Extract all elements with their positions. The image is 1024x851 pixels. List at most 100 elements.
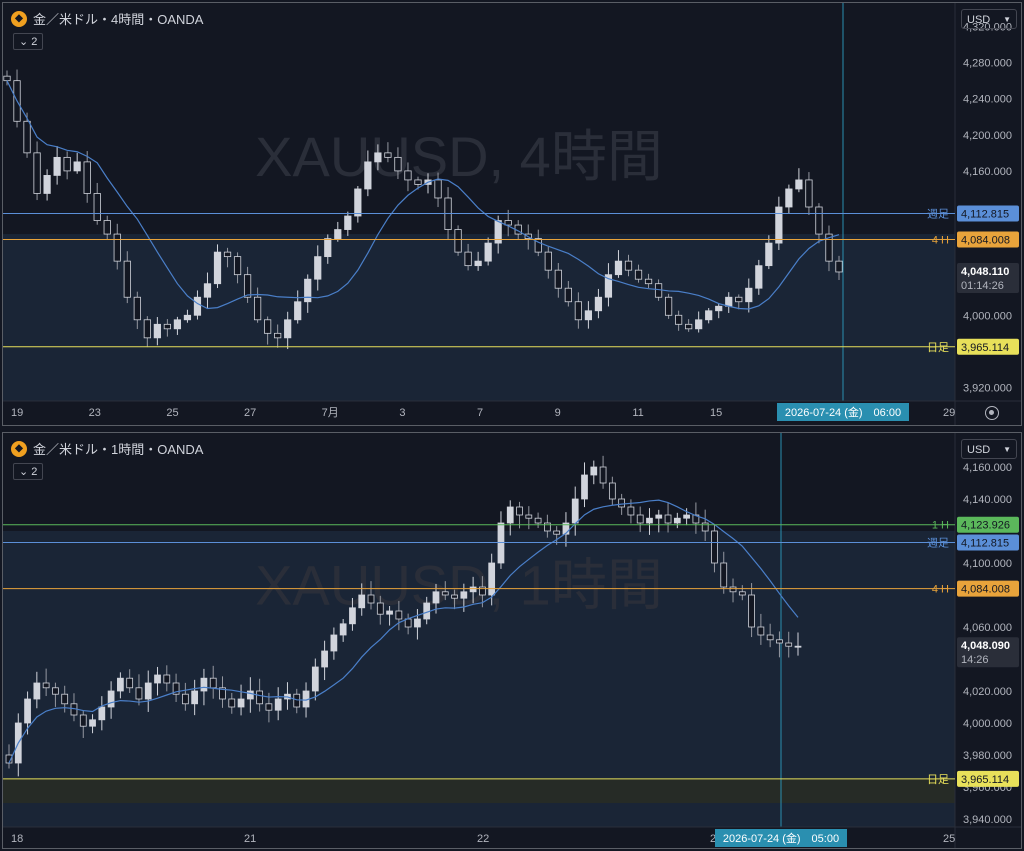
level-name: 4 H: [932, 584, 949, 596]
level-price-label: 4,084.008: [961, 584, 1010, 596]
level-name: 日足: [927, 342, 949, 354]
chevron-down-icon: ▼: [1003, 15, 1011, 24]
candle-body: [705, 310, 713, 321]
candle-body: [599, 466, 607, 484]
candle-body: [404, 170, 412, 181]
x-tick-label: 23: [89, 407, 101, 419]
y-tick-label: 3,940.000: [963, 814, 1012, 826]
candle-body: [73, 161, 81, 172]
x-tick-label: 11: [632, 407, 643, 419]
candle-body: [256, 690, 263, 705]
candle-body: [294, 301, 302, 321]
chart-plot-4h[interactable]: XAUUSD, 4時間 3,920.000 4,000.000 4,160.000 4,…: [3, 3, 1021, 425]
candle-body: [339, 623, 347, 636]
candle-body: [243, 274, 252, 298]
indicator-count: 2: [31, 36, 38, 48]
candle-body: [720, 562, 728, 588]
candle-body: [233, 256, 242, 276]
indicator-collapse-badge[interactable]: ⌄ 2: [13, 33, 44, 50]
candle-body: [755, 265, 763, 289]
y-tick-label: 4,240.000: [963, 94, 1012, 106]
candle-body: [173, 319, 182, 330]
level-name: 日足: [927, 774, 949, 786]
indicator-collapse-badge[interactable]: ⌄ 2: [13, 463, 44, 480]
candle-body: [237, 698, 245, 708]
symbol-title: 金／米ドル・1時間・OANDA: [33, 442, 204, 457]
crosshair-time-label: 2026-07-24 (金) 05:00: [723, 831, 839, 845]
candle-body: [664, 296, 673, 316]
candle-body: [634, 269, 643, 280]
last-price-label: 4,048.090: [961, 640, 1010, 652]
candle-body: [117, 677, 124, 692]
x-tick-label: 3: [399, 407, 405, 419]
candle-body: [488, 562, 496, 596]
settings-gear-icon[interactable]: [985, 406, 999, 420]
candle-body: [776, 639, 783, 644]
candle-body: [354, 188, 362, 217]
candle-body: [334, 229, 342, 239]
candle-body: [374, 152, 382, 163]
candle-body: [644, 278, 653, 285]
x-tick-label: 25: [943, 833, 955, 845]
candle-body: [574, 301, 582, 321]
candle-body: [757, 626, 765, 636]
y-tick-label: 4,160.000: [963, 166, 1012, 178]
chart-title-1h: ◆ 金／米ドル・1時間・OANDA: [11, 439, 203, 458]
candle-body: [675, 314, 683, 325]
y-tick-label: 4,280.000: [963, 58, 1012, 70]
x-tick-label: 7: [477, 407, 483, 419]
currency-selector[interactable]: USD ▼: [961, 9, 1017, 29]
candle-body: [544, 251, 552, 271]
chart-plot-1h[interactable]: XAUUSD, 1時間3,940.0003,960.0003,980.0004,…: [3, 433, 1021, 848]
candle-body: [93, 193, 101, 221]
candle-body: [89, 719, 96, 727]
candle-body: [441, 591, 449, 596]
candle-body: [729, 586, 737, 593]
candle-body: [33, 152, 41, 194]
candle-body: [304, 278, 312, 303]
candle-body: [367, 594, 375, 604]
x-tick-label: 18: [11, 833, 23, 845]
y-tick-label: 4,100.000: [963, 558, 1012, 570]
candle-body: [685, 323, 693, 330]
candle-body: [815, 206, 823, 235]
chart-title-4h: ◆ 金／米ドル・4時間・OANDA: [11, 9, 203, 28]
candle-body: [655, 514, 663, 519]
candle-body: [544, 522, 551, 532]
candle-body: [83, 161, 91, 194]
candle-body: [61, 693, 69, 705]
candle-body: [553, 530, 561, 535]
currency-selector[interactable]: USD ▼: [961, 439, 1017, 459]
daily-zone: [3, 779, 955, 803]
candle-body: [154, 674, 161, 684]
candle-body: [135, 687, 143, 700]
candle-body: [163, 323, 171, 330]
candle-body: [464, 251, 472, 267]
candle-body: [735, 296, 743, 303]
candle-body: [673, 517, 681, 524]
candle-body: [469, 586, 477, 593]
y-tick-label: 3,920.000: [963, 382, 1012, 394]
candle-body: [695, 319, 703, 330]
candle-body: [133, 296, 141, 321]
candle-body: [344, 215, 352, 230]
candle-body: [785, 188, 793, 208]
candle-body: [571, 498, 579, 524]
chart-panel-4h[interactable]: XAUUSD, 4時間 3,920.000 4,000.000 4,160.000 4,…: [2, 2, 1022, 426]
candle-body: [590, 466, 598, 476]
candle-body: [349, 607, 356, 625]
chart-panel-1h[interactable]: XAUUSD, 1時間 3,940.000 3,960.000 3,980.000 4,…: [2, 432, 1022, 849]
x-tick-label: 15: [710, 407, 722, 419]
watermark: XAUUSD, 1時間: [255, 553, 663, 616]
candle-body: [454, 229, 462, 253]
candle-body: [163, 674, 171, 684]
support-zone: [3, 234, 955, 401]
x-tick-label: 25: [166, 407, 178, 419]
candle-body: [725, 296, 733, 307]
candle-body: [414, 179, 422, 185]
level-name: 週足: [927, 536, 949, 549]
candle-body: [474, 260, 482, 267]
candle-body: [183, 314, 192, 321]
candle-body: [143, 319, 151, 339]
candle-body: [293, 693, 301, 708]
